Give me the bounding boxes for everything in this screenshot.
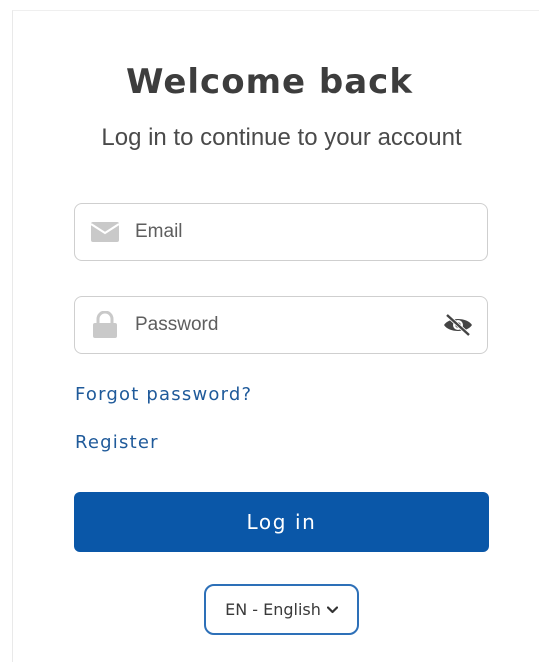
envelope-icon [90, 221, 120, 243]
password-field[interactable] [74, 296, 488, 354]
email-field[interactable] [74, 203, 488, 261]
login-button[interactable]: Log in [74, 492, 489, 552]
page-subtitle: Log in to continue to your account [101, 124, 462, 151]
lock-icon [90, 311, 120, 338]
eye-slash-icon[interactable] [441, 312, 475, 338]
register-link[interactable]: Register [75, 432, 159, 453]
forgot-password-link[interactable]: Forgot password? [75, 384, 252, 405]
email-input[interactable] [135, 204, 435, 260]
password-input[interactable] [135, 297, 435, 353]
language-select[interactable]: EN - English [204, 584, 359, 635]
chevron-down-icon [326, 605, 338, 614]
page-title: Welcome back [126, 62, 413, 102]
language-select-value: EN - English [225, 600, 321, 619]
